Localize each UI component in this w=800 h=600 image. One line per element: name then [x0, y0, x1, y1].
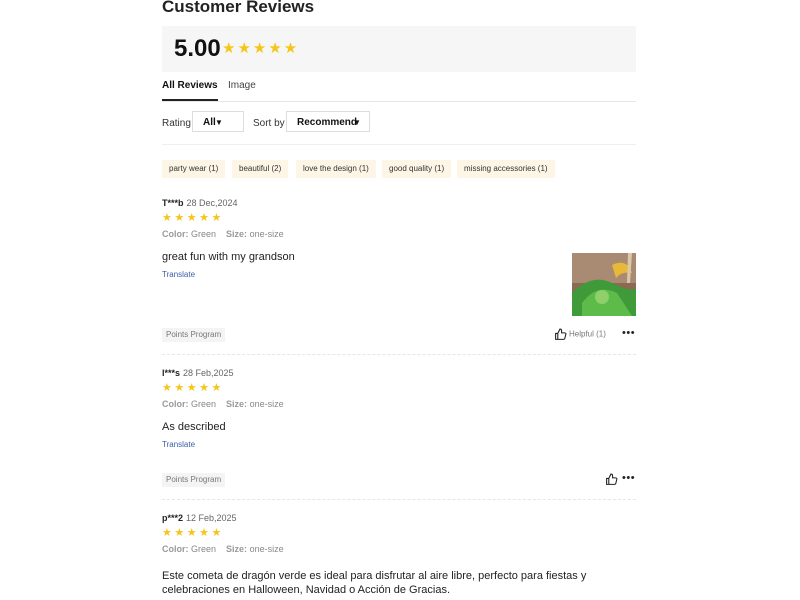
points-program-badge[interactable]: Points Program — [162, 473, 226, 487]
summary-stars-icon: ★★★★★ — [222, 40, 300, 57]
tag-chip[interactable]: love the design (1) — [296, 160, 376, 178]
tab-image[interactable]: Image — [228, 80, 256, 100]
review-date: 12 Feb,2025 — [186, 513, 237, 523]
tab-all-reviews[interactable]: All Reviews — [162, 80, 218, 101]
helpful-count: Helpful (1) — [569, 329, 606, 339]
size-attr-value: one-size — [249, 544, 284, 554]
translate-link[interactable]: Translate — [162, 270, 195, 279]
color-attr-value: Green — [191, 229, 217, 239]
helpful-button[interactable]: Helpful (1) — [554, 328, 606, 341]
review-attributes: Color: Green Size: one-size — [162, 229, 284, 239]
review-date: 28 Feb,2025 — [183, 368, 234, 378]
tag-chip[interactable]: party wear (1) — [162, 160, 226, 178]
review-divider — [162, 499, 636, 500]
review-stars-icon: ★★★★★ — [162, 212, 224, 224]
points-program-badge[interactable]: Points Program — [162, 328, 226, 342]
review-text: great fun with my grandson — [162, 251, 295, 263]
rating-select[interactable]: All ▼ — [192, 111, 244, 132]
rating-filter-label: Rating — [162, 118, 191, 129]
chevron-down-icon: ▼ — [215, 118, 223, 127]
page-title: Customer Reviews — [162, 0, 315, 16]
reviewer-name: T***b — [162, 198, 184, 208]
color-attr-label: Color: — [162, 544, 189, 554]
more-options-icon[interactable]: ••• — [622, 327, 635, 339]
review-divider — [162, 354, 636, 355]
tag-chip[interactable]: beautiful (2) — [232, 160, 289, 178]
average-score: 5.00 — [174, 35, 221, 62]
review-date: 28 Dec,2024 — [186, 198, 238, 208]
thumbs-up-icon — [555, 328, 567, 340]
color-attr-value: Green — [191, 544, 217, 554]
review-attributes: Color: Green Size: one-size — [162, 399, 284, 409]
color-attr-value: Green — [191, 399, 217, 409]
review-attributes: Color: Green Size: one-size — [162, 544, 284, 554]
review-tabs: All Reviews Image — [162, 80, 636, 102]
sort-label: Sort by — [253, 118, 285, 129]
sort-select-value: Recommend — [297, 117, 358, 128]
reviewer-name: p***2 — [162, 513, 184, 523]
rating-select-value: All — [203, 117, 216, 128]
review-image-thumbnail[interactable] — [572, 253, 636, 316]
chevron-down-icon: ▼ — [353, 118, 361, 127]
size-attr-label: Size: — [226, 399, 248, 409]
rating-summary: 5.00 ★★★★★ — [162, 26, 636, 72]
reviewer-name: l***s — [162, 368, 181, 378]
size-attr-label: Size: — [226, 544, 248, 554]
size-attr-value: one-size — [249, 229, 284, 239]
size-attr-label: Size: — [226, 229, 248, 239]
review-stars-icon: ★★★★★ — [162, 527, 224, 539]
review-text: Este cometa de dragón verde es ideal par… — [162, 570, 587, 596]
sort-select[interactable]: Recommend ▼ — [286, 111, 370, 132]
color-attr-label: Color: — [162, 399, 189, 409]
size-attr-value: one-size — [249, 399, 284, 409]
tag-chip[interactable]: good quality (1) — [382, 160, 452, 178]
color-attr-label: Color: — [162, 229, 189, 239]
thumbs-up-icon — [606, 473, 618, 485]
review-stars-icon: ★★★★★ — [162, 382, 224, 394]
filter-bar: Rating All ▼ Sort by Recommend ▼ — [162, 111, 636, 145]
more-options-icon[interactable]: ••• — [622, 472, 635, 484]
tag-chip[interactable]: missing accessories (1) — [457, 160, 555, 178]
helpful-button[interactable] — [605, 473, 620, 486]
review-text: As described — [162, 421, 226, 433]
translate-link[interactable]: Translate — [162, 440, 195, 449]
